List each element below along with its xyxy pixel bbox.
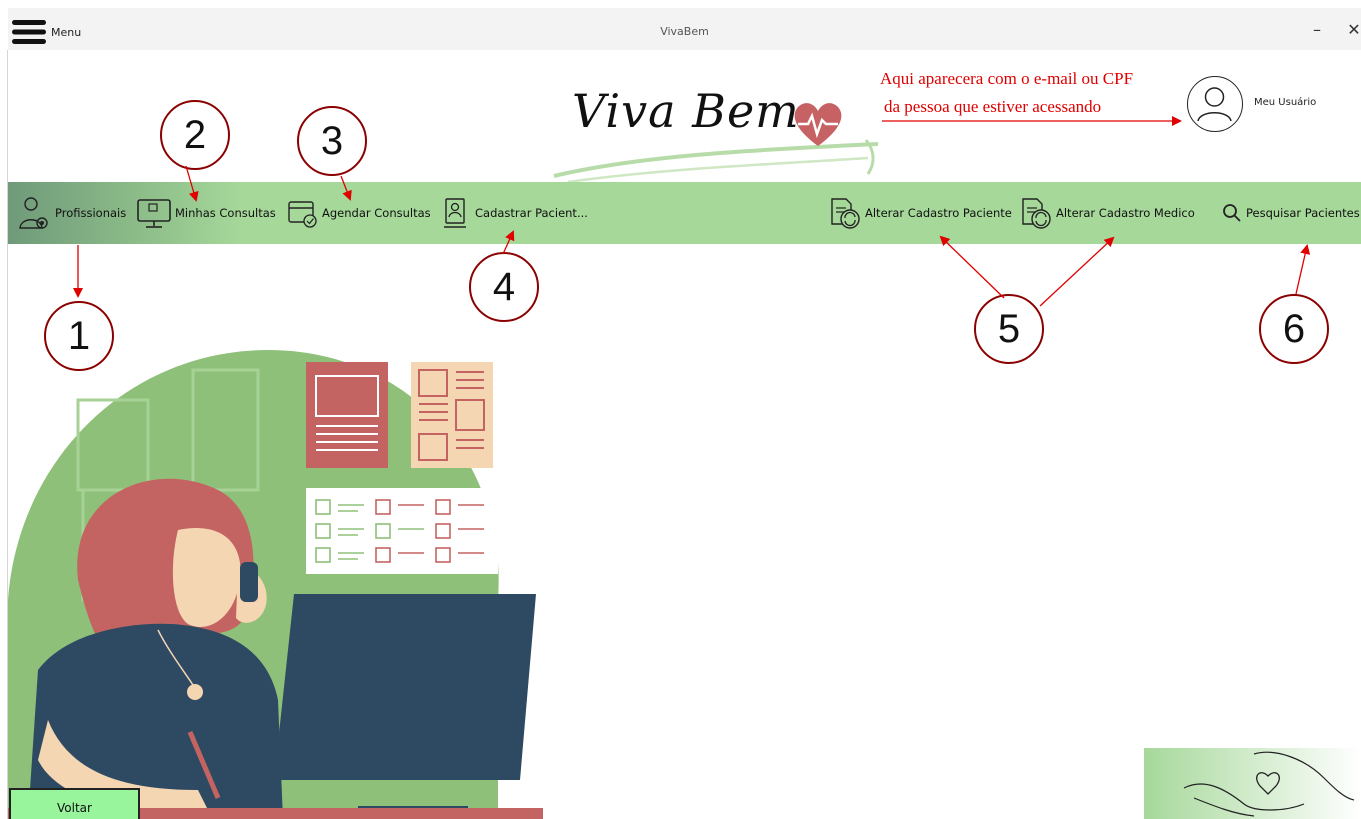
nav-label-minhas-consultas: Minhas Consultas (175, 206, 276, 220)
nav-label-profissionais: Profissionais (55, 206, 127, 220)
nav-label-alterar-cadastro-paciente: Alterar Cadastro Paciente (865, 206, 1012, 220)
nav-alterar-cadastro-medico[interactable]: Alterar Cadastro Medico (1019, 182, 1195, 244)
nav-label-pesquisar-pacientes: Pesquisar Pacientes (1246, 206, 1360, 220)
title-bar: Menu VivaBem – ✕ (8, 8, 1361, 50)
annotation-line-2: da pessoa que estiver acessando (884, 97, 1102, 116)
marker-4: 4 (469, 252, 539, 322)
nav-cadastrar-paciente[interactable]: Cadastrar Pacient... (442, 182, 588, 244)
search-icon (1223, 204, 1241, 222)
hands-heart-illustration (1144, 748, 1361, 819)
user-label[interactable]: Meu Usuário (1254, 97, 1316, 108)
marker-2: 2 (160, 100, 230, 170)
doctor-icon (19, 197, 48, 229)
register-icon (444, 198, 466, 228)
heart-icon (794, 103, 842, 146)
document-refresh-icon (1022, 198, 1051, 229)
nav-label-alterar-cadastro-medico: Alterar Cadastro Medico (1056, 206, 1195, 220)
logo-text: Viva Bem (572, 84, 800, 138)
marker-5: 5 (974, 294, 1044, 364)
annotation-line-1: Aqui aparecera com o e-mail ou CPF (880, 69, 1134, 88)
marker-6: 6 (1259, 294, 1329, 364)
nav-agendar-consultas[interactable]: Agendar Consultas (287, 182, 431, 244)
calendar-icon (288, 201, 317, 228)
nav-label-agendar-consultas: Agendar Consultas (322, 206, 431, 220)
back-button[interactable]: Voltar (9, 788, 140, 819)
receptionist-illustration (8, 340, 543, 819)
nav-label-cadastrar-paciente: Cadastrar Pacient... (475, 206, 588, 220)
nav-alterar-cadastro-paciente[interactable]: Alterar Cadastro Paciente (828, 182, 1012, 244)
minimize-button[interactable]: – (1303, 18, 1331, 42)
app-logo: Viva Bem (548, 78, 884, 188)
window-title: VivaBem (660, 25, 709, 38)
nav-pesquisar-pacientes[interactable]: Pesquisar Pacientes (1221, 182, 1360, 244)
marker-3: 3 (297, 106, 367, 176)
nav-profissionais[interactable]: Profissionais (16, 182, 126, 244)
nav-bar: Profissionais Minhas Consultas Agendar C… (8, 182, 1361, 244)
close-button[interactable]: ✕ (1340, 18, 1361, 42)
computer-icon (137, 199, 171, 228)
document-refresh-icon (831, 198, 860, 229)
nav-minhas-consultas[interactable]: Minhas Consultas (136, 182, 276, 244)
user-avatar[interactable] (1187, 76, 1243, 132)
user-icon (1197, 87, 1232, 122)
